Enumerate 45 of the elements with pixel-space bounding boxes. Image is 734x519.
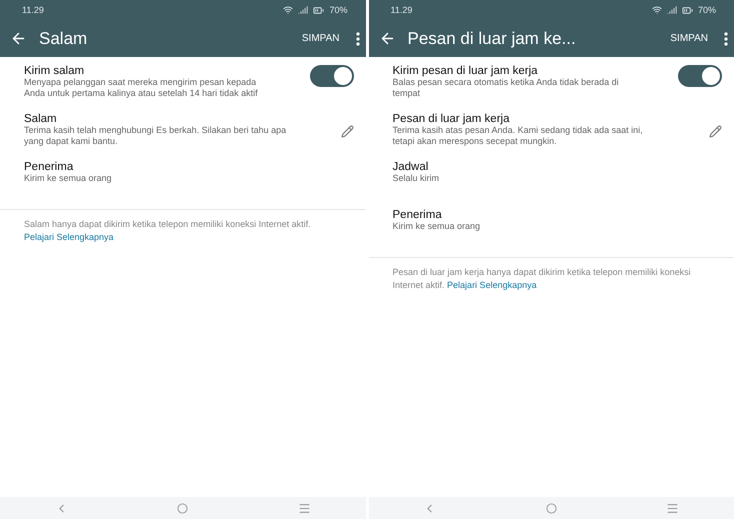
more-icon <box>724 32 728 46</box>
setting-description: Menyapa pelanggan saat mereka mengirim pesan kepada Anda untuk pertama kalinya atau setelah 14 hari tidak aktif <box>24 77 259 99</box>
setting-description: Balas pesan secara otomatis ketika Anda tidak berada di tempat <box>392 77 620 99</box>
setting-title: Kirim salam <box>24 65 86 77</box>
battery-level: 70% <box>698 5 716 15</box>
more-icon <box>356 32 360 46</box>
home-nav-icon[interactable] <box>177 502 188 514</box>
info-text: Salam hanya dapat dikirim ketika telepon memiliki koneksi Internet aktif. Pelajari Selengkapnya <box>23 218 312 244</box>
setting-description: Kirim ke semua orang <box>24 173 113 184</box>
wifi-icon <box>283 5 294 15</box>
setting-title: Penerima <box>24 161 74 173</box>
toggle-switch[interactable] <box>310 65 354 87</box>
setting-title: Salam <box>24 113 58 125</box>
battery-icon <box>313 4 324 16</box>
setting-title: Kirim pesan di luar jam kerja <box>392 65 539 77</box>
screen-title: Pesan di luar jam ke... <box>408 28 577 48</box>
setting-title: Penerima <box>392 209 443 221</box>
setting-title: Jadwal <box>392 161 430 173</box>
wifi-icon <box>652 5 662 15</box>
info-text: Pesan di luar jam kerja hanya dapat dikirim ketika telepon memiliki koneksi Internet aktif. Pelajari Selengkapnya <box>392 266 692 292</box>
battery-level: 70% <box>329 5 348 15</box>
recents-nav-icon[interactable] <box>666 502 680 514</box>
status-time: 11.29 <box>390 5 412 15</box>
home-nav-icon[interactable] <box>546 502 557 514</box>
save-button[interactable]: SIMPAN <box>666 29 712 48</box>
setting-description: Kirim ke semua orang <box>392 221 482 232</box>
setting-title: Pesan di luar jam kerja <box>392 113 510 125</box>
pencil-icon[interactable] <box>340 125 354 138</box>
back-button[interactable] <box>10 30 27 47</box>
signal-icon <box>666 5 677 15</box>
save-button[interactable]: SIMPAN <box>298 29 344 48</box>
toggle-switch[interactable] <box>678 65 722 87</box>
learn-more-link[interactable]: Pelajari Selengkapnya <box>447 280 537 290</box>
pencil-icon[interactable] <box>709 125 722 138</box>
learn-more-link[interactable]: Pelajari Selengkapnya <box>24 232 114 242</box>
more-button[interactable] <box>724 32 728 46</box>
screen-title: Salam <box>39 28 88 48</box>
setting-description: Terima kasih telah menghubungi Es berkah. Silakan beri tahu apa yang dapat kami bantu. <box>24 125 288 147</box>
battery-icon <box>682 4 693 16</box>
setting-description: Terima kasih atas pesan Anda. Kami sedang tidak ada saat ini, tetapi akan merespons secepat mungkin. <box>392 125 644 147</box>
signal-icon <box>298 5 308 15</box>
recents-nav-icon[interactable] <box>298 502 311 514</box>
more-button[interactable] <box>356 32 360 46</box>
setting-description: Selalu kirim <box>392 173 440 184</box>
status-time: 11.29 <box>22 5 44 15</box>
